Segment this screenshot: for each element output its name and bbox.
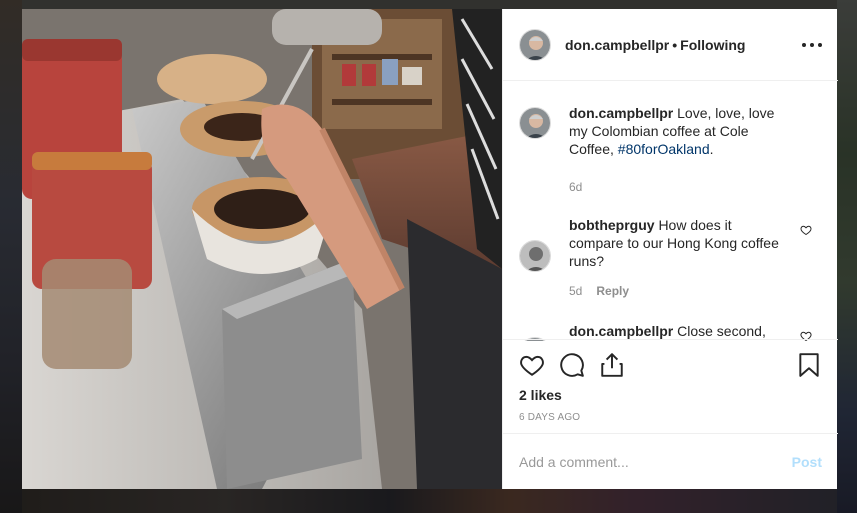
comment-age: 6d: [569, 180, 583, 194]
avatar[interactable]: [519, 107, 551, 139]
post-author: don.campbellpr • Following: [565, 37, 745, 53]
action-icons-row: [503, 340, 838, 388]
comments-list[interactable]: don.campbellpr Love, love, love my Colom…: [503, 81, 838, 341]
post-timestamp: 6 DAYS AGO: [519, 412, 581, 423]
share-icon[interactable]: [599, 352, 625, 378]
post-actions: 2 likes 6 DAYS AGO: [503, 339, 838, 423]
comment-username[interactable]: don.campbellpr: [569, 323, 673, 339]
comment-text: don.campbellpr Close second,: [569, 322, 789, 340]
comment-icon[interactable]: [559, 352, 585, 378]
likes-count[interactable]: 2 likes: [519, 387, 562, 403]
separator-dot: •: [672, 36, 678, 53]
avatar[interactable]: [519, 240, 551, 272]
hashtag-link[interactable]: #80forOakland: [618, 141, 710, 157]
comment-username[interactable]: don.campbellpr: [569, 105, 673, 121]
post-side-panel: don.campbellpr • Following don.campbellpr …: [502, 9, 838, 489]
add-comment-bar: Add a comment... Post: [503, 433, 838, 489]
coffee-photo-illustration: [22, 9, 502, 489]
post-header: don.campbellpr • Following: [503, 9, 838, 81]
author-username[interactable]: don.campbellpr: [565, 37, 669, 53]
comment-text: don.campbellpr Love, love, love my Colom…: [569, 104, 789, 158]
post-modal: don.campbellpr • Following don.campbellpr …: [22, 9, 838, 489]
bookmark-icon[interactable]: [796, 352, 822, 378]
post-comment-button[interactable]: Post: [792, 454, 822, 470]
profile-photo-icon: [520, 29, 550, 60]
comment-username[interactable]: bobtheprguy: [569, 217, 655, 233]
reply-button[interactable]: Reply: [596, 284, 629, 298]
avatar[interactable]: [519, 28, 551, 61]
comment-meta: 6d: [569, 180, 582, 194]
profile-photo-icon: [520, 241, 550, 271]
follow-status-button[interactable]: Following: [680, 37, 745, 53]
comment-meta: 5d Reply: [569, 284, 629, 298]
comment-body: Close second,: [677, 323, 766, 339]
like-comment-heart-icon[interactable]: [800, 224, 812, 236]
comment-input[interactable]: Add a comment...: [519, 454, 629, 470]
comment-trailing: .: [709, 141, 714, 157]
comment-text: bobtheprguy How does it compare to our H…: [569, 216, 789, 270]
heart-icon[interactable]: [519, 352, 545, 378]
profile-photo-icon: [520, 108, 550, 138]
comment-age: 5d: [569, 284, 583, 298]
more-horizontal-icon[interactable]: [802, 33, 822, 57]
post-photo[interactable]: [22, 9, 502, 489]
